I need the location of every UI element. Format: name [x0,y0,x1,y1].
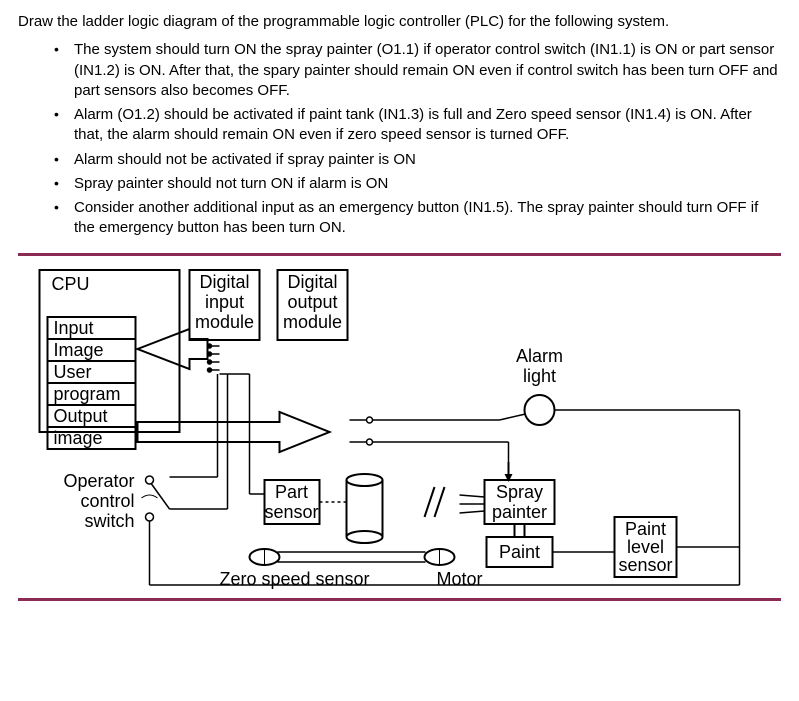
op-switch-l3: switch [84,511,134,531]
pls-l1: Paint [625,519,666,539]
zero-speed-label: Zero speed sensor [219,569,369,589]
op-switch-l2: control [80,491,134,511]
label: Input [54,318,94,338]
label: module [283,312,342,332]
label: Image [54,340,104,360]
requirement-list: The system should turn ON the spray pain… [18,40,781,238]
label: output [287,292,337,312]
list-item: Alarm (O1.2) should be activated if pain… [50,105,781,146]
spray-l1: Spray [496,482,543,502]
partsensor-l2: sensor [264,502,318,522]
partsensor-l1: Part [275,482,308,502]
label: image [54,428,103,448]
system-diagram: CPU Input Image User program Output imag… [18,262,781,592]
top-divider [18,253,781,256]
motor-label: Motor [436,569,482,589]
bottom-divider [18,598,781,601]
label: input [205,292,244,312]
label: module [195,312,254,332]
pls-l2: level [627,537,664,557]
pls-l3: sensor [618,555,672,575]
intro-text: Draw the ladder logic diagram of the pro… [18,12,781,32]
label: Digital [287,272,337,292]
cpu-label: CPU [52,274,90,294]
list-item: Alarm should not be activated if spray p… [50,150,781,170]
label: Output [54,406,108,426]
label: program [54,384,121,404]
spray-l2: painter [492,502,547,522]
list-item: Consider another additional input as an … [50,198,781,239]
label: Digital [199,272,249,292]
list-item: Spray painter should not turn ON if alar… [50,174,781,194]
op-switch-l1: Operator [63,471,134,491]
list-item: The system should turn ON the spray pain… [50,40,781,101]
alarm-label-2: light [523,366,556,386]
paint-label: Paint [499,542,540,562]
alarm-label-1: Alarm [516,346,563,366]
label: User [54,362,92,382]
